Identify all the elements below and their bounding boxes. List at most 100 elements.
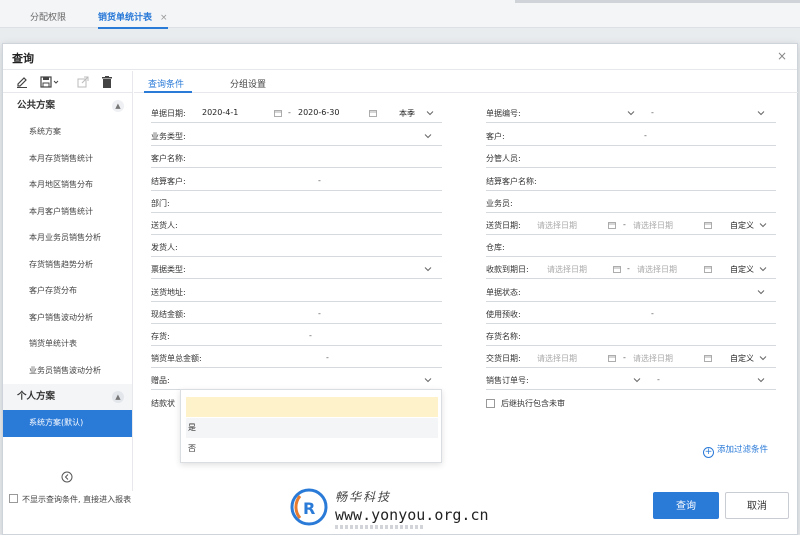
field-label: 收款到期日: <box>486 265 529 274</box>
dropdown-option-yes[interactable]: 是 <box>186 418 438 438</box>
settle-customer-field[interactable]: 结算客户: - <box>151 173 442 191</box>
skip-query-checkbox[interactable] <box>9 494 18 503</box>
doc-no-field[interactable]: 单据编号: - <box>486 105 776 123</box>
date-to-input[interactable]: 请选择日期 <box>637 264 677 275</box>
scheme-item[interactable]: 存货销售趋势分析 <box>3 252 132 279</box>
calendar-icon[interactable] <box>613 265 621 273</box>
chevron-down-icon[interactable] <box>757 376 765 384</box>
salesman-field[interactable]: 业务员: <box>486 195 776 213</box>
field-label: 单据状态: <box>486 288 521 297</box>
back-circle-icon[interactable] <box>61 471 73 483</box>
field-label: 部门: <box>151 199 170 208</box>
invoice-type-field[interactable]: 票据类型: <box>151 261 442 279</box>
calendar-icon[interactable] <box>608 221 616 229</box>
scheme-sidebar: 公共方案 ▲ 系统方案 本月存货销售统计 本月地区销售分布 本月客户销售统计 本… <box>3 71 133 491</box>
use-prepay-field[interactable]: 使用预收: - <box>486 306 776 324</box>
close-tab-icon[interactable]: × <box>160 13 168 23</box>
chevron-down-icon[interactable] <box>757 288 765 296</box>
chevron-down-icon[interactable] <box>759 221 767 229</box>
warehouse-field[interactable]: 仓库: <box>486 239 776 257</box>
range-dash: - <box>644 131 647 140</box>
inventory-field[interactable]: 存货: - <box>151 328 442 346</box>
scheme-item-default[interactable]: 系统方案(默认) <box>3 410 132 437</box>
chevron-down-icon[interactable] <box>759 354 767 362</box>
date-preset-select[interactable]: 自定义 <box>730 353 754 364</box>
dropdown-option-blank[interactable] <box>186 397 438 417</box>
shipper-field[interactable]: 发货人: <box>151 239 442 257</box>
scheme-item[interactable]: 本月地区销售分布 <box>3 172 132 199</box>
range-dash: - <box>623 353 626 362</box>
chevron-down-icon[interactable] <box>426 109 434 117</box>
date-to-input[interactable]: 请选择日期 <box>633 353 673 364</box>
field-label: 现结金额: <box>151 310 186 319</box>
chevron-down-icon[interactable] <box>424 132 432 140</box>
close-icon[interactable]: × <box>777 49 787 63</box>
tab-assign-permission[interactable]: 分配权限 <box>30 10 66 23</box>
chevron-down-icon[interactable] <box>424 265 432 273</box>
personal-schemes-header[interactable]: 个人方案 ▲ <box>3 384 132 410</box>
edit-icon[interactable] <box>15 75 29 89</box>
scheme-item[interactable]: 系统方案 <box>3 119 132 146</box>
total-amount-field[interactable]: 销货单总金额: - <box>151 350 442 368</box>
date-preset-select[interactable]: 自定义 <box>730 220 754 231</box>
settle-status-field[interactable]: 结款状 <box>151 395 181 413</box>
dropdown-option-no[interactable]: 否 <box>186 439 438 459</box>
customer-field[interactable]: 客户: - <box>486 128 776 146</box>
scheme-item[interactable]: 本月业务员销售分析 <box>3 225 132 252</box>
calendar-icon[interactable] <box>704 265 712 273</box>
scheme-item[interactable]: 本月客户销售统计 <box>3 199 132 226</box>
cancel-button[interactable]: 取消 <box>725 492 789 519</box>
inventory-name-field[interactable]: 存货名称: <box>486 328 776 346</box>
delete-icon[interactable] <box>100 75 114 89</box>
export-icon[interactable] <box>76 75 90 89</box>
save-icon[interactable] <box>39 75 61 89</box>
query-button[interactable]: 查询 <box>653 492 719 519</box>
calendar-icon[interactable] <box>369 109 377 117</box>
date-from-input[interactable]: 请选择日期 <box>537 353 577 364</box>
scheme-item[interactable]: 本月存货销售统计 <box>3 146 132 173</box>
chevron-down-icon[interactable] <box>627 109 635 117</box>
range-dash: - <box>651 309 654 318</box>
date-preset-select[interactable]: 自定义 <box>730 264 754 275</box>
collapse-up-icon[interactable]: ▲ <box>112 100 124 112</box>
dept-field[interactable]: 部门: <box>151 195 442 213</box>
calendar-icon[interactable] <box>608 354 616 362</box>
gift-select[interactable]: 赠品: <box>151 372 442 390</box>
scheme-item[interactable]: 客户存货分布 <box>3 278 132 305</box>
background-tab-bar: 分配权限 销货单统计表 × <box>0 0 800 29</box>
calendar-icon[interactable] <box>704 221 712 229</box>
chevron-down-icon[interactable] <box>424 376 432 384</box>
watermark-logo: R <box>290 488 328 526</box>
date-from-input[interactable]: 2020-4-1 <box>202 108 238 117</box>
chevron-down-icon[interactable] <box>759 265 767 273</box>
active-tab-indicator <box>144 91 192 93</box>
chevron-down-icon[interactable] <box>633 376 641 384</box>
date-from-input[interactable]: 请选择日期 <box>547 264 587 275</box>
collapse-up-icon[interactable]: ▲ <box>112 391 124 403</box>
doc-status-field[interactable]: 单据状态: <box>486 284 776 302</box>
customer-name-field[interactable]: 客户名称: <box>151 150 442 168</box>
manager-field[interactable]: 分管人员: <box>486 150 776 168</box>
calendar-icon[interactable] <box>274 109 282 117</box>
calendar-icon[interactable] <box>704 354 712 362</box>
public-schemes-header[interactable]: 公共方案 ▲ <box>3 93 132 119</box>
date-from-input[interactable]: 请选择日期 <box>537 220 577 231</box>
include-unexec-checkbox[interactable] <box>486 399 495 408</box>
delivery-addr-field[interactable]: 送货地址: <box>151 284 442 302</box>
add-filter-button[interactable]: + 添加过滤条件 <box>703 443 768 458</box>
cash-amount-field[interactable]: 现结金额: - <box>151 306 442 324</box>
date-preset-select[interactable]: 本季 <box>399 108 415 119</box>
tab-sales-stats-report[interactable]: 销货单统计表 × <box>98 10 168 29</box>
sales-order-no-field[interactable]: 销售订单号: - <box>486 372 776 390</box>
chevron-down-icon[interactable] <box>757 109 765 117</box>
scheme-item[interactable]: 业务员销售波动分析 <box>3 358 132 385</box>
scheme-item[interactable]: 客户销售波动分析 <box>3 305 132 332</box>
date-to-input[interactable]: 请选择日期 <box>633 220 673 231</box>
biz-type-field[interactable]: 业务类型: <box>151 128 442 146</box>
date-to-input[interactable]: 2020-6-30 <box>298 108 339 117</box>
tab-group-settings[interactable]: 分组设置 <box>230 77 266 90</box>
tab-query-conditions[interactable]: 查询条件 <box>148 77 184 90</box>
scheme-item[interactable]: 销货单统计表 <box>3 331 132 358</box>
delivery-person-field[interactable]: 送货人: <box>151 217 442 235</box>
settle-customer-name-field[interactable]: 结算客户名称: <box>486 173 776 191</box>
